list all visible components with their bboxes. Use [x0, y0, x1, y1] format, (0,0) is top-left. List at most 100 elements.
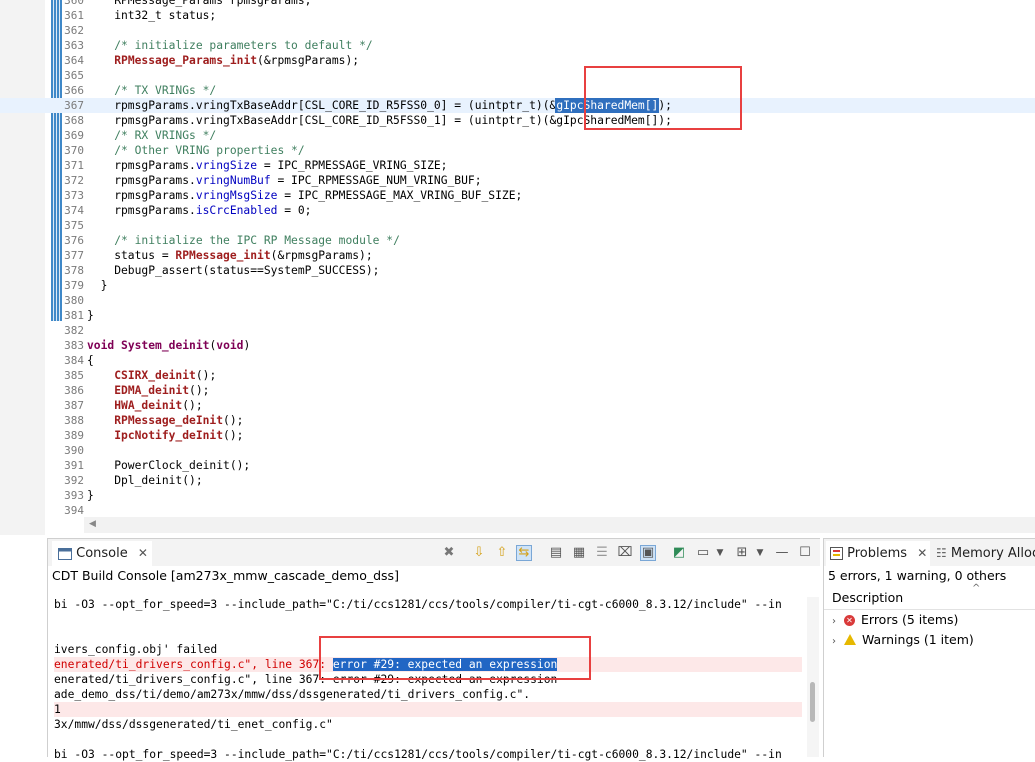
code-line[interactable]: 366 /* TX VRINGs */ — [0, 83, 1035, 98]
code-line[interactable]: 376 /* initialize the IPC RP Message mod… — [0, 233, 1035, 248]
console-line[interactable] — [54, 732, 802, 747]
code-line[interactable]: 390 — [0, 443, 1035, 458]
expand-icon[interactable]: › — [832, 632, 844, 652]
console-scroll-thumb[interactable] — [810, 682, 815, 722]
code-editor[interactable]: 360 RPMessage_Params rpmsgParams; 361 int… — [0, 0, 1035, 535]
code-line[interactable]: 361 int32_t status; — [0, 8, 1035, 23]
code-line[interactable]: 392 Dpl_deinit(); — [0, 473, 1035, 488]
console-line[interactable]: 3x/mmw/dss/dssgenerated/ti_enet_config.c… — [54, 717, 802, 732]
tab-console[interactable]: Console ✕ — [52, 541, 152, 566]
code-line[interactable]: 363 /* initialize parameters to default … — [0, 38, 1035, 53]
console-line[interactable] — [54, 612, 802, 627]
copy-build-log-icon[interactable]: ▤ — [548, 545, 564, 561]
code-line[interactable]: 384{ — [0, 353, 1035, 368]
console-panel: Console ✕ ✖ ⇩ ⇧ ⇆ ▤ ▦ ☰ ⌧ ▣ ◩ ▭ ▼ ⊞ ▼ — … — [47, 538, 820, 761]
word-wrap-icon[interactable]: ☰ — [594, 545, 610, 561]
code-token: rpmsgParams. — [87, 204, 196, 217]
code-line[interactable]: 393} — [0, 488, 1035, 503]
problems-row-errors[interactable]: › ✕ Errors (5 items) — [832, 610, 958, 630]
code-line[interactable]: 374 rpmsgParams.isCrcEnabled = 0; — [0, 203, 1035, 218]
console-line[interactable]: ade_demo_dss/ti/demo/am273x/mmw/dss/dssg… — [54, 687, 802, 702]
description-column[interactable]: Description — [832, 590, 903, 605]
problems-row-warnings[interactable]: › Warnings (1 item) — [832, 630, 974, 650]
code-token: /* TX VRINGs */ — [114, 84, 217, 97]
line-number: 370 — [64, 144, 84, 157]
code-line[interactable]: 379 } — [0, 278, 1035, 293]
code-text: rpmsgParams.vringMsgSize = IPC_RPMESSAGE… — [87, 188, 522, 203]
code-line[interactable]: 371 rpmsgParams.vringSize = IPC_RPMESSAG… — [0, 158, 1035, 173]
code-line[interactable]: 360 RPMessage_Params rpmsgParams; — [0, 0, 1035, 8]
display-console-icon[interactable]: ▭ — [695, 545, 711, 561]
code-line[interactable]: 383 void System_deinit(void) — [0, 338, 1035, 353]
line-number: 365 — [64, 69, 84, 82]
code-line[interactable]: 382 — [0, 323, 1035, 338]
link-icon[interactable]: ⇆ — [516, 545, 532, 561]
close-icon[interactable]: ✕ — [138, 546, 148, 560]
code-line[interactable]: 377 status = RPMessage_init(&rpmsgParams… — [0, 248, 1035, 263]
problems-summary: 5 errors, 1 warning, 0 others — [828, 568, 1007, 583]
console-line[interactable]: bi -O3 --opt_for_speed=3 --include_path=… — [54, 597, 802, 612]
code-line[interactable]: 388 RPMessage_deInit(); — [0, 413, 1035, 428]
chevron-down-icon[interactable]: ▼ — [712, 545, 728, 561]
line-number: 364 — [64, 54, 84, 67]
close-icon[interactable]: ✕ — [917, 546, 927, 560]
code-line[interactable]: 364 RPMessage_Params_init(&rpmsgParams); — [0, 53, 1035, 68]
code-token: /* initialize parameters to default */ — [114, 39, 373, 52]
code-token: vringTxBaseAddr — [195, 99, 298, 112]
maximize-icon[interactable]: ☐ — [797, 545, 813, 561]
code-line[interactable]: 386 EDMA_deinit(); — [0, 383, 1035, 398]
chevron-down-icon[interactable]: ▼ — [752, 545, 768, 561]
remove-launch-icon[interactable]: ✖ — [441, 545, 457, 561]
console-line[interactable]: bi -O3 --opt_for_speed=3 --include_path=… — [54, 747, 802, 762]
code-text: DebugP_assert(status==SystemP_SUCCESS); — [87, 263, 379, 278]
code-line[interactable]: 365 — [0, 68, 1035, 83]
code-token: Dpl_deinit(); — [87, 474, 203, 487]
pin-console-icon[interactable]: ◩ — [671, 545, 687, 561]
console-vertical-scrollbar[interactable] — [807, 597, 819, 757]
code-token: RPMessage_Params rpmsgParams; — [87, 0, 312, 7]
code-line[interactable]: 387 HWA_deinit(); — [0, 398, 1035, 413]
code-line[interactable]: 380 — [0, 293, 1035, 308]
code-line[interactable]: 391 PowerClock_deinit(); — [0, 458, 1035, 473]
code-line[interactable]: 375 — [0, 218, 1035, 233]
code-line[interactable]: 381} — [0, 308, 1035, 323]
code-line[interactable]: 378 DebugP_assert(status==SystemP_SUCCES… — [0, 263, 1035, 278]
new-console-icon[interactable]: ⊞ — [734, 545, 750, 561]
code-line[interactable]: 394 — [0, 503, 1035, 518]
editor-horizontal-scrollbar[interactable]: ◀ — [84, 517, 1035, 533]
line-number: 386 — [64, 384, 84, 397]
expand-icon[interactable]: › — [832, 612, 844, 632]
console-icon — [58, 547, 72, 560]
code-line[interactable]: 369 /* RX VRINGs */ — [0, 128, 1035, 143]
code-line[interactable]: 367 rpmsgParams.vringTxBaseAddr[CSL_CORE… — [0, 98, 1035, 113]
code-token: DebugP_assert(status==SystemP_SUCCESS); — [87, 264, 380, 277]
code-line[interactable]: 370 /* Other VRING properties */ — [0, 143, 1035, 158]
code-line[interactable]: 362 — [0, 23, 1035, 38]
code-line[interactable]: 373 rpmsgParams.vringMsgSize = IPC_RPMES… — [0, 188, 1035, 203]
scroll-left-icon[interactable]: ◀ — [89, 519, 96, 529]
code-line[interactable]: 389 IpcNotify_deInit(); — [0, 428, 1035, 443]
save-icon[interactable]: ▦ — [571, 545, 587, 561]
line-number: 369 — [64, 129, 84, 142]
scroll-lock-icon[interactable]: ▣ — [640, 545, 656, 561]
problems-column-header[interactable]: Description ^ — [824, 583, 1035, 610]
minimize-icon[interactable]: — — [774, 545, 790, 561]
next-error-icon[interactable]: ⇩ — [471, 545, 487, 561]
tab-memory-allocation[interactable]: ☷ Memory Alloc — [932, 541, 1035, 566]
code-token: CSIRX_deinit — [114, 369, 196, 382]
clear-console-icon[interactable]: ⌧ — [617, 545, 633, 561]
console-line[interactable]: 1 — [54, 702, 802, 717]
code-line[interactable]: 372 rpmsgParams.vringNumBuf = IPC_RPMESS… — [0, 173, 1035, 188]
code-token: ) — [243, 339, 251, 352]
code-line[interactable]: 385 CSIRX_deinit(); — [0, 368, 1035, 383]
code-text: rpmsgParams.vringNumBuf = IPC_RPMESSAGE_… — [87, 173, 482, 188]
code-token: [CSL_CORE_ID_R5FSS0_0] = (uintptr_t)(& — [297, 99, 557, 112]
code-line[interactable]: 368 rpmsgParams.vringTxBaseAddr[CSL_CORE… — [0, 113, 1035, 128]
tab-problems[interactable]: Problems ✕ — [826, 541, 930, 566]
code-token: vringSize — [195, 159, 258, 172]
line-number: 378 — [64, 264, 84, 277]
code-text: { — [87, 353, 94, 368]
code-token: = IPC_RPMESSAGE_NUM_VRING_BUF; — [270, 174, 482, 187]
previous-error-icon[interactable]: ⇧ — [494, 545, 510, 561]
